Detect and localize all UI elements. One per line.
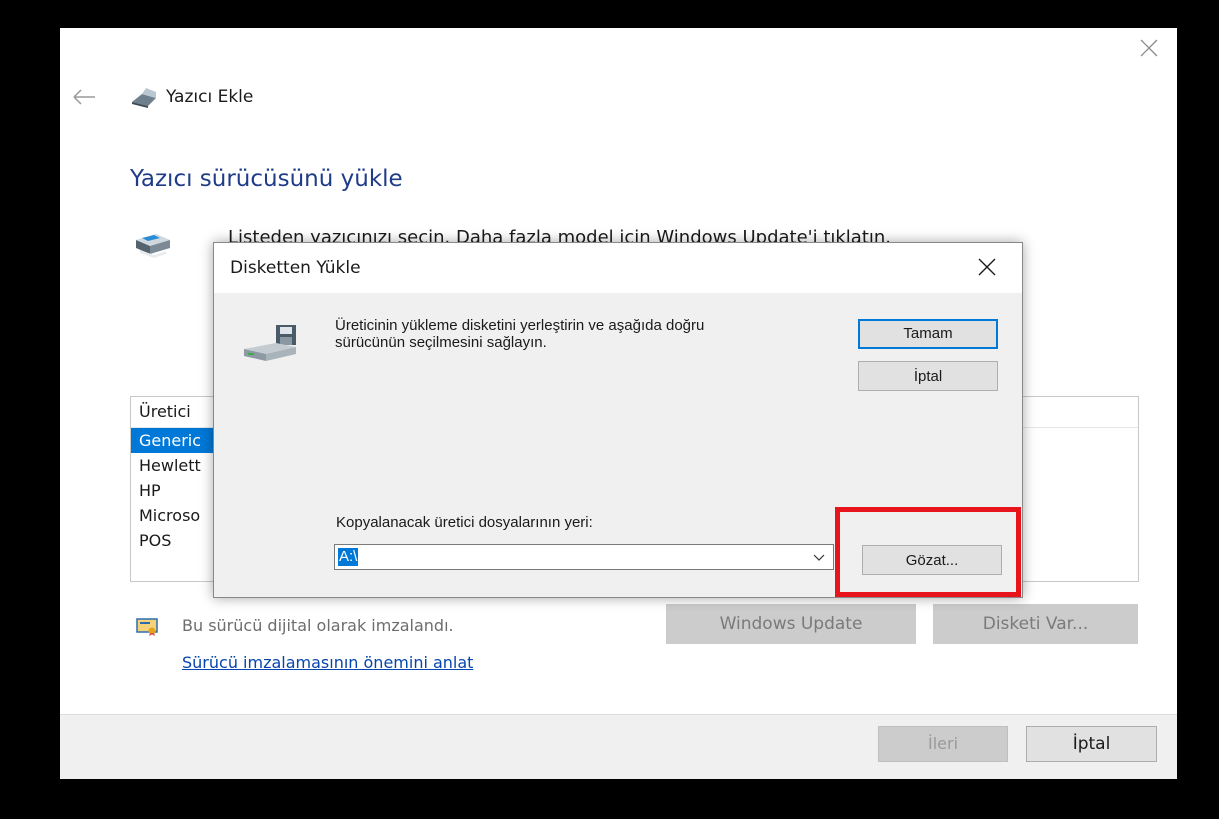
wizard-footer [60,714,1177,779]
certificate-icon [136,618,158,636]
manufacturer-list-header[interactable]: Üretici [131,397,219,428]
printers-list-header[interactable] [1020,397,1138,428]
close-icon[interactable] [976,256,998,278]
next-button[interactable]: İleri [878,726,1008,762]
cancel-button[interactable]: İptal [1026,726,1157,762]
printers-list[interactable] [1020,396,1139,582]
window-header-title: Yazıcı Ekle [166,87,254,107]
printer-icon [132,88,156,108]
path-value[interactable]: A:\ [338,548,359,566]
dialog-cancel-button[interactable]: İptal [858,361,998,391]
chevron-down-icon[interactable] [813,552,825,562]
printer-icon [136,234,170,258]
back-arrow-icon[interactable] [70,86,98,108]
list-item[interactable]: Hewlett [131,453,219,478]
page-title: Yazıcı sürücüsünü yükle [130,166,403,192]
path-combobox[interactable]: A:\ [334,544,834,570]
windows-update-button[interactable]: Windows Update [666,604,916,644]
list-item[interactable]: Microso [131,503,219,528]
have-disk-button[interactable]: Disketi Var... [933,604,1138,644]
floppy-drive-icon [244,325,296,361]
driver-signing-link[interactable]: Sürücü imzalamasının önemini anlat [182,653,473,672]
manufacturer-list[interactable]: Üretici Generic Hewlett HP Microso POS [130,396,220,582]
dialog-title: Disketten Yükle [230,258,361,278]
highlight-box [835,507,1021,597]
dialog-message: Üreticinin yükleme disketini yerleştirin… [335,317,705,351]
close-icon[interactable] [1139,38,1159,58]
path-label: Kopyalanacak üretici dosyalarının yeri: [336,514,593,531]
ok-button[interactable]: Tamam [858,319,998,349]
list-item[interactable]: HP [131,478,219,503]
list-item[interactable]: Generic [131,428,219,453]
signature-status-text: Bu sürücü dijital olarak imzalandı. [182,616,454,635]
list-item[interactable]: POS [131,528,219,553]
